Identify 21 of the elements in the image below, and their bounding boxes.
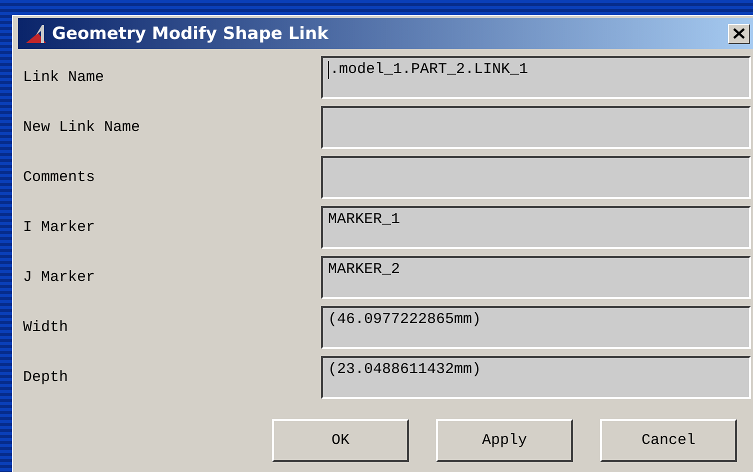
window-title: Geometry Modify Shape Link bbox=[52, 24, 330, 44]
text-field[interactable]: MARKER_1 bbox=[321, 206, 751, 249]
field-label: Width bbox=[22, 319, 70, 336]
text-field[interactable]: (46.0977222865mm) bbox=[321, 306, 751, 349]
text-field[interactable]: (23.0488611432mm) bbox=[321, 356, 751, 399]
close-button[interactable] bbox=[728, 24, 750, 44]
field-label: Depth bbox=[22, 369, 70, 386]
field-label: I Marker bbox=[22, 219, 96, 236]
field-label: Comments bbox=[22, 169, 96, 186]
text-field[interactable]: MARKER_2 bbox=[321, 256, 751, 299]
dialog-button[interactable]: OK bbox=[272, 419, 409, 462]
text-field[interactable]: .model_1.PART_2.LINK_1 bbox=[321, 56, 751, 99]
text-field[interactable] bbox=[321, 106, 751, 149]
dialog-button[interactable]: Apply bbox=[436, 419, 573, 462]
close-icon bbox=[733, 28, 745, 39]
text-field[interactable] bbox=[321, 156, 751, 199]
dialog-button[interactable]: Cancel bbox=[600, 419, 737, 462]
field-label: New Link Name bbox=[22, 119, 142, 136]
field-label: Link Name bbox=[22, 69, 106, 86]
app-logo-icon bbox=[24, 22, 48, 44]
field-label: J Marker bbox=[22, 269, 96, 286]
